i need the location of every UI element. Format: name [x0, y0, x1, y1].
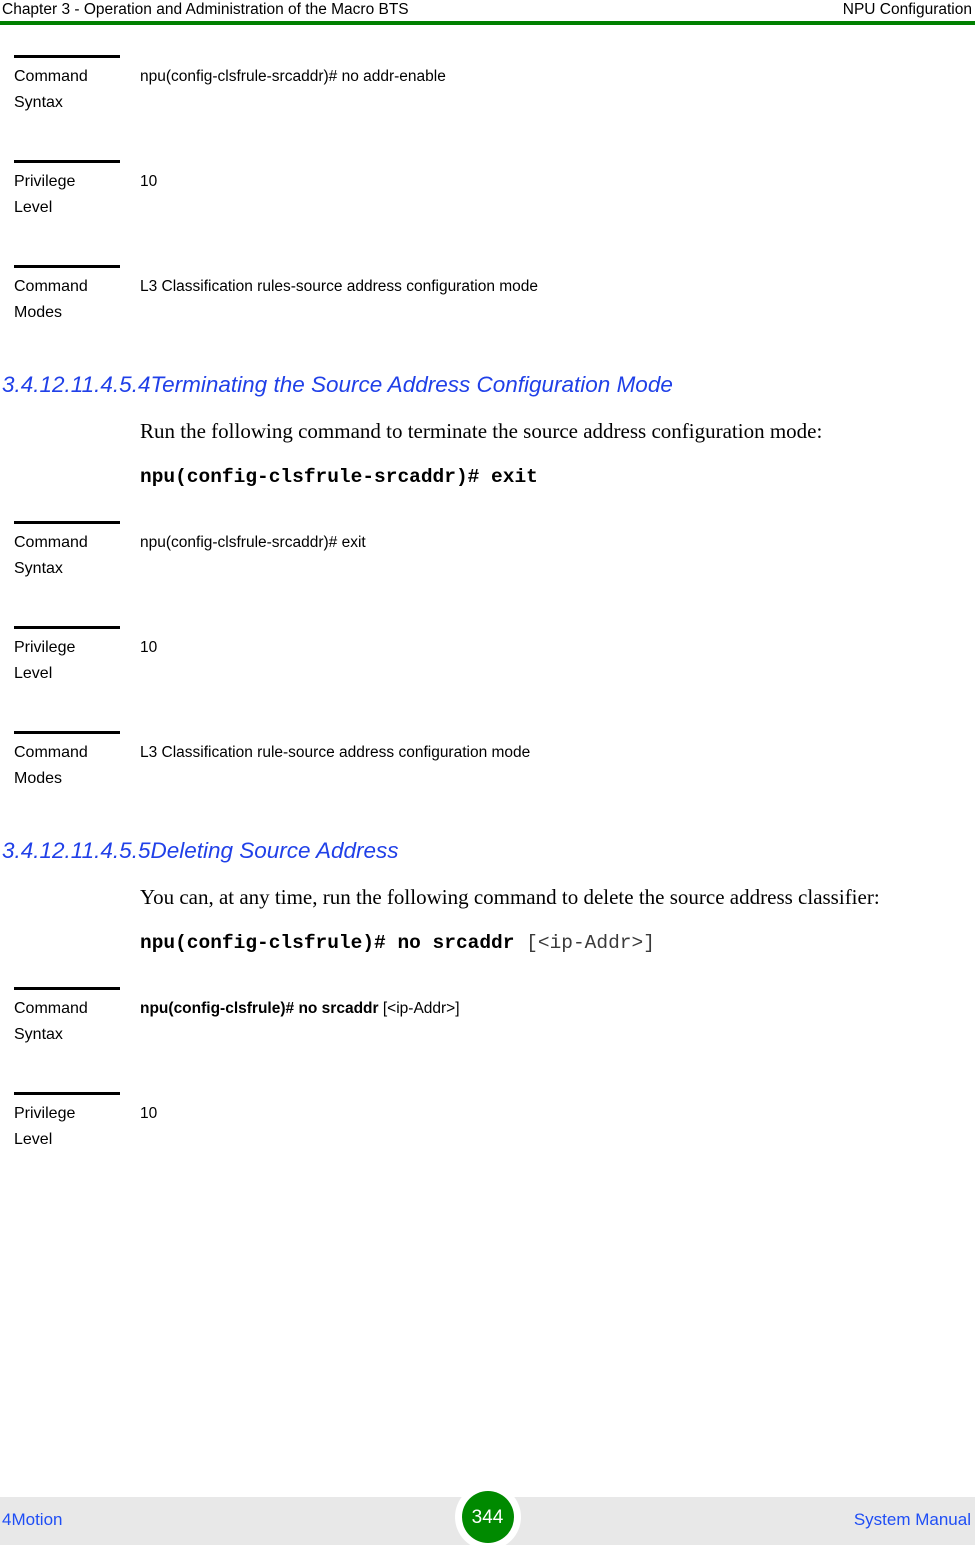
row-label: Privilege Level: [14, 635, 134, 687]
cli-command-no-srcaddr: npu(config-clsfrule)# no srcaddr [<ip-Ad…: [0, 929, 975, 957]
paragraph-delete-instruction: You can, at any time, run the following …: [140, 885, 880, 909]
spec-table-no-addr-enable: Command Syntax npu(config-clsfrule-srcad…: [0, 55, 975, 370]
row-top-rule: [14, 1092, 120, 1095]
table-row: Command Syntax npu(config-clsfrule)# no …: [0, 987, 975, 1092]
table-row: Command Syntax npu(config-clsfrule-srcad…: [0, 55, 975, 160]
row-top-rule: [14, 521, 120, 524]
row-top-rule: [14, 55, 120, 58]
cli-command-bold: npu(config-clsfrule)# no srcaddr: [140, 932, 527, 954]
page-number-badge: 344: [454, 1484, 521, 1550]
row-label-line1: Command: [14, 534, 88, 551]
row-label-line2: Modes: [14, 304, 63, 321]
table-row: Command Modes L3 Classification rule-sou…: [0, 731, 975, 836]
footer-brand-label: 4Motion: [2, 1510, 63, 1529]
header-chapter-title: Chapter 3 - Operation and Administration…: [2, 1, 409, 18]
row-value: L3 Classification rules-source address c…: [140, 278, 539, 295]
row-label-line2: Syntax: [14, 94, 63, 111]
row-label-line1: Privilege: [14, 173, 76, 190]
section-number: 3.4.12.11.4.5.4: [2, 372, 151, 397]
row-top-rule: [14, 160, 120, 163]
row-value: npu(config-clsfrule-srcaddr)# exit: [140, 534, 366, 551]
table-row: Privilege Level 10: [0, 1092, 975, 1197]
cli-command-exit: npu(config-clsfrule-srcaddr)# exit: [0, 463, 975, 491]
table-row: Privilege Level 10: [0, 626, 975, 731]
section-title: Terminating the Source Address Configura…: [150, 372, 673, 397]
row-value: L3 Classification rule-source address co…: [140, 744, 531, 761]
row-label-line2: Syntax: [14, 1026, 63, 1043]
section-heading-terminating-source-address: 3.4.12.11.4.5.4Terminating the Source Ad…: [0, 370, 975, 400]
page-content: Command Syntax npu(config-clsfrule-srcad…: [0, 25, 975, 1197]
section-title: Deleting Source Address: [150, 838, 399, 863]
row-value: npu(config-clsfrule)# no srcaddr [<ip-Ad…: [140, 996, 965, 1022]
row-value-bold: npu(config-clsfrule)# no srcaddr: [140, 1000, 383, 1017]
page-footer: 4Motion 344 System Manual: [0, 1484, 975, 1550]
paragraph-terminate-instruction: Run the following command to terminate t…: [140, 419, 823, 443]
row-label: Command Syntax: [14, 530, 134, 582]
row-top-rule: [14, 987, 120, 990]
row-label: Command Modes: [14, 274, 134, 326]
row-label: Command Syntax: [14, 996, 134, 1048]
row-label-line1: Command: [14, 278, 88, 295]
row-top-rule: [14, 265, 120, 268]
row-label-line2: Syntax: [14, 560, 63, 577]
row-value: 10: [140, 173, 158, 190]
row-label-line1: Command: [14, 744, 88, 761]
spec-table-exit: Command Syntax npu(config-clsfrule-srcad…: [0, 521, 975, 836]
table-row: Command Modes L3 Classification rules-so…: [0, 265, 975, 370]
row-label-line2: Level: [14, 199, 53, 216]
row-label: Privilege Level: [14, 169, 134, 221]
table-row: Command Syntax npu(config-clsfrule-srcad…: [0, 521, 975, 626]
row-label: Privilege Level: [14, 1101, 134, 1153]
row-value: 10: [140, 1105, 158, 1122]
row-value-optional: [<ip-Addr>]: [382, 1000, 460, 1017]
row-top-rule: [14, 731, 120, 734]
row-label: Command Modes: [14, 740, 134, 792]
row-label-line2: Level: [14, 665, 53, 682]
page-number-disc: 344: [461, 1491, 514, 1543]
row-label-line1: Privilege: [14, 639, 76, 656]
row-label-line1: Command: [14, 1000, 88, 1017]
table-row: Privilege Level 10: [0, 160, 975, 265]
row-label-line1: Command: [14, 68, 88, 85]
page-number: 344: [471, 1506, 504, 1528]
row-label-line2: Level: [14, 1131, 53, 1148]
header-section-title: NPU Configuration: [842, 1, 972, 18]
section-heading-deleting-source-address: 3.4.12.11.4.5.5Deleting Source Address: [0, 836, 975, 866]
section-number: 3.4.12.11.4.5.5: [2, 838, 151, 863]
cli-command-optional: [<ip-Addr>]: [526, 932, 655, 954]
footer-document-label: System Manual: [853, 1510, 971, 1529]
row-label-line2: Modes: [14, 770, 63, 787]
spec-table-no-srcaddr: Command Syntax npu(config-clsfrule)# no …: [0, 987, 975, 1197]
row-label: Command Syntax: [14, 64, 134, 116]
row-value: 10: [140, 639, 158, 656]
row-value: npu(config-clsfrule-srcaddr)# no addr-en…: [140, 68, 446, 85]
cli-command-bold: npu(config-clsfrule-srcaddr)# exit: [140, 466, 538, 488]
row-label-line1: Privilege: [14, 1105, 76, 1122]
row-top-rule: [14, 626, 120, 629]
